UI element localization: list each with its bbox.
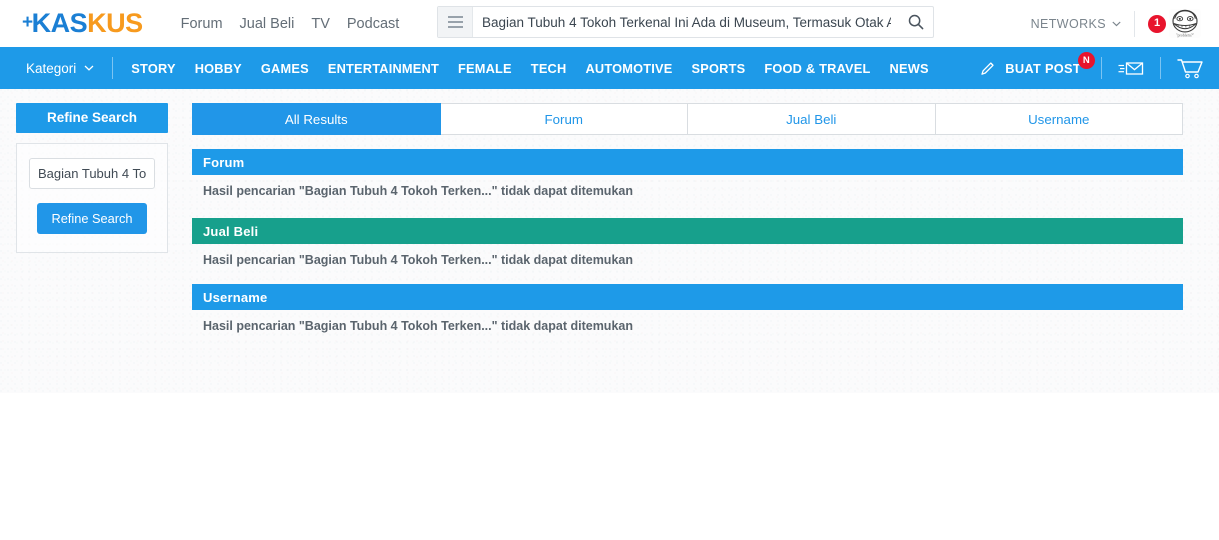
- section-title-username: Username: [192, 284, 1183, 310]
- category-link-story[interactable]: STORY: [131, 61, 175, 76]
- results-section-username: Username Hasil pencarian "Bagian Tubuh 4…: [192, 284, 1183, 333]
- category-link-food-travel[interactable]: FOOD & TRAVEL: [764, 61, 870, 76]
- tab-forum[interactable]: Forum: [440, 103, 688, 135]
- category-link-sports[interactable]: SPORTS: [692, 61, 746, 76]
- chevron-down-icon: [84, 65, 94, 71]
- envelope-icon: [1118, 61, 1144, 75]
- category-nav-bar: Kategori STORY HOBBY GAMES ENTERTAINMENT…: [0, 47, 1219, 89]
- logo-cross-icon: +: [22, 12, 33, 33]
- hamburger-icon[interactable]: [438, 7, 473, 37]
- top-right-controls: NETWORKS 1 "problem?": [1031, 9, 1201, 38]
- divider: [1134, 10, 1135, 37]
- refine-search-button[interactable]: Refine Search: [37, 203, 147, 234]
- refine-search-form: Refine Search: [16, 143, 168, 253]
- tab-username[interactable]: Username: [935, 103, 1183, 135]
- category-link-entertainment[interactable]: ENTERTAINMENT: [328, 61, 439, 76]
- results-section-jual-beli: Jual Beli Hasil pencarian "Bagian Tubuh …: [192, 218, 1183, 267]
- top-nav-item-tv[interactable]: TV: [311, 16, 330, 32]
- avatar[interactable]: "problem?": [1169, 9, 1201, 38]
- search-results-main: All Results Forum Jual Beli Username For…: [192, 103, 1183, 393]
- networks-label: NETWORKS: [1030, 16, 1106, 31]
- category-link-automotive[interactable]: AUTOMOTIVE: [585, 61, 672, 76]
- section-title-forum: Forum: [192, 149, 1183, 175]
- networks-dropdown[interactable]: NETWORKS: [1031, 17, 1121, 31]
- top-nav-item-forum[interactable]: Forum: [181, 16, 223, 32]
- refine-search-input[interactable]: [29, 158, 155, 189]
- category-links: STORY HOBBY GAMES ENTERTAINMENT FEMALE T…: [131, 61, 928, 76]
- inbox-button[interactable]: [1118, 60, 1144, 77]
- search-bar: [437, 6, 934, 38]
- top-nav-item-jual-beli[interactable]: Jual Beli: [240, 16, 295, 32]
- user-area[interactable]: 1 "problem?": [1148, 9, 1201, 38]
- create-post-button[interactable]: BUAT POST N: [979, 51, 1095, 77]
- pencil-icon: [981, 61, 994, 75]
- refine-search-title: Refine Search: [16, 103, 168, 133]
- top-navigation: Forum Jual Beli TV Podcast: [181, 16, 400, 32]
- shopping-cart-icon: [1177, 58, 1203, 78]
- search-input[interactable]: [473, 14, 899, 30]
- tab-all-results[interactable]: All Results: [192, 103, 441, 135]
- category-link-news[interactable]: NEWS: [890, 61, 929, 76]
- category-link-female[interactable]: FEMALE: [458, 61, 512, 76]
- results-section-forum: Forum Hasil pencarian "Bagian Tubuh 4 To…: [192, 149, 1183, 198]
- logo-text-primary: KAS: [31, 8, 88, 38]
- cart-button[interactable]: [1177, 58, 1203, 79]
- category-link-games[interactable]: GAMES: [261, 61, 309, 76]
- kategori-dropdown[interactable]: Kategori: [26, 61, 94, 76]
- divider: [112, 57, 114, 79]
- create-post-label: BUAT POST: [1005, 60, 1081, 76]
- search-icon: [908, 14, 924, 30]
- logo-text-secondary: KUS: [87, 8, 143, 38]
- site-logo[interactable]: + KAS KUS: [22, 10, 143, 37]
- create-post-badge: N: [1078, 51, 1095, 69]
- search-submit-button[interactable]: [899, 7, 933, 37]
- notification-badge[interactable]: 1: [1148, 14, 1166, 33]
- category-link-hobby[interactable]: HOBBY: [195, 61, 242, 76]
- refine-search-sidebar: Refine Search Refine Search: [16, 103, 168, 393]
- divider: [1160, 57, 1161, 79]
- section-message-forum: Hasil pencarian "Bagian Tubuh 4 Tokoh Te…: [203, 184, 633, 198]
- kategori-label: Kategori: [26, 60, 77, 76]
- tab-jual-beli[interactable]: Jual Beli: [688, 103, 936, 135]
- top-header-bar: +KASKUS Forum Jual Beli TV Podcast NETWO…: [0, 0, 1219, 47]
- svg-text:"problem?": "problem?": [1176, 32, 1195, 37]
- results-tabs: All Results Forum Jual Beli Username: [192, 103, 1183, 135]
- top-nav-item-podcast[interactable]: Podcast: [347, 16, 399, 32]
- page-content: Refine Search Refine Search All Results …: [0, 89, 1219, 393]
- section-message-username: Hasil pencarian "Bagian Tubuh 4 Tokoh Te…: [203, 319, 633, 333]
- section-title-jual-beli: Jual Beli: [192, 218, 1183, 244]
- divider: [1101, 57, 1102, 79]
- chevron-down-icon: [1112, 21, 1121, 26]
- nav-right-actions: BUAT POST N: [979, 51, 1203, 79]
- category-link-tech[interactable]: TECH: [531, 61, 567, 76]
- section-message-jual-beli: Hasil pencarian "Bagian Tubuh 4 Tokoh Te…: [203, 253, 633, 267]
